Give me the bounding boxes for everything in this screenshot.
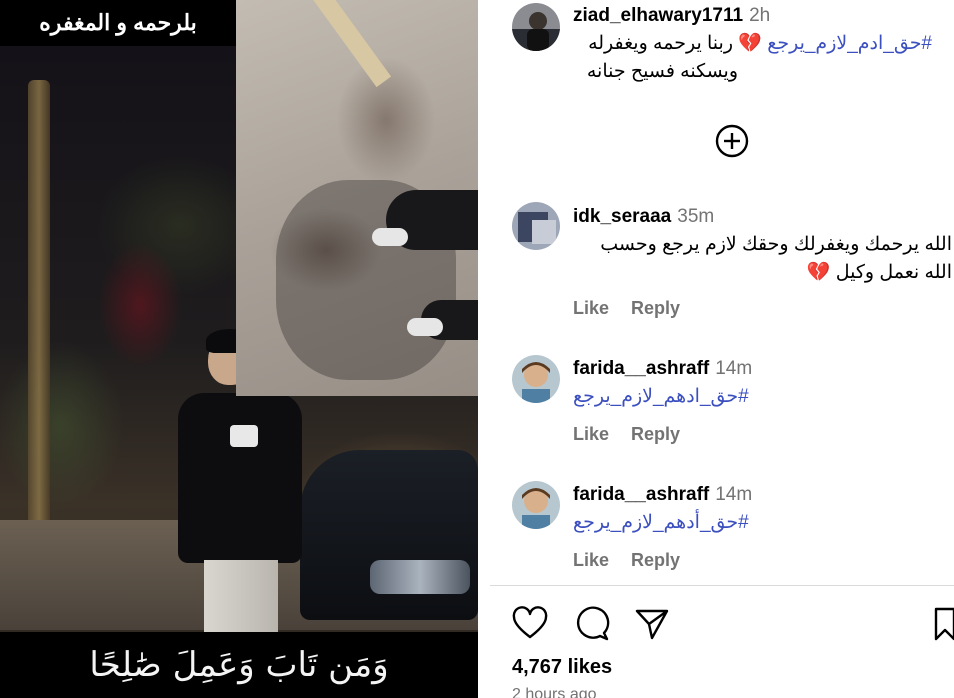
comments-panel: ziad_elhawary1711 2h #حق_ادم_لازم_يرجع 💔 … — [490, 0, 954, 698]
caption-line-2: ويسكنه فسيح جنانه — [586, 61, 738, 82]
add-circle-icon[interactable] — [715, 124, 749, 158]
likes-count[interactable]: 4,767 likes — [512, 656, 612, 679]
commenter-avatar[interactable] — [512, 202, 560, 250]
comment-icon[interactable] — [574, 606, 610, 642]
comment-hashtag[interactable]: #حق_ادهم_لازم_يرجع — [573, 383, 749, 411]
heart-icon[interactable] — [512, 606, 548, 642]
caption-line-1: #حق_ادم_لازم_يرجع 💔 ربنا يرحمه ويغفرله — [588, 33, 932, 54]
car-image — [300, 450, 478, 620]
reply-button[interactable]: Reply — [631, 424, 680, 444]
tree-trunk — [28, 80, 50, 550]
post-media[interactable]: بلرحمه و المغفره وَمَن تَابَ وَعَمِلَ صَ… — [0, 0, 478, 698]
broken-heart-emoji: 💔 — [806, 262, 831, 283]
comment-timestamp: 14m — [715, 358, 753, 379]
comment-actions: Like Reply — [573, 550, 702, 571]
commenter-avatar[interactable] — [512, 481, 560, 529]
comment-actions: Like Reply — [573, 424, 702, 445]
post-timestamp: 2h — [749, 5, 771, 26]
commenter-avatar[interactable] — [512, 355, 560, 403]
commenter-username[interactable]: idk_seraaa 35m — [573, 206, 714, 228]
comment-timestamp: 35m — [677, 206, 715, 227]
section-separator — [490, 585, 954, 586]
like-comment-button[interactable]: Like — [573, 298, 609, 318]
caption-hashtag[interactable]: #حق_ادم_لازم_يرجع — [767, 33, 932, 54]
reply-button[interactable]: Reply — [631, 298, 680, 318]
commenter-username[interactable]: farida__ashraff 14m — [573, 358, 752, 380]
media-top-caption: بلرحمه و المغفره — [0, 0, 236, 46]
comment-timestamp: 14m — [715, 484, 753, 505]
broken-heart-emoji: 💔 — [738, 33, 762, 54]
inset-photo — [236, 0, 478, 396]
media-bottom-caption: وَمَن تَابَ وَعَمِلَ صَٰلِحًا — [0, 632, 478, 698]
post-time-ago: 2 hours ago — [512, 686, 597, 698]
like-comment-button[interactable]: Like — [573, 550, 609, 570]
reply-button[interactable]: Reply — [631, 550, 680, 570]
bookmark-icon[interactable] — [934, 606, 954, 642]
comment-text-line-2: الله نعمل وكيل 💔 — [806, 262, 952, 283]
author-username[interactable]: ziad_elhawary1711 2h — [573, 5, 770, 27]
send-icon[interactable] — [634, 606, 670, 642]
comment-actions: Like Reply — [573, 298, 702, 319]
panel-divider — [478, 0, 490, 698]
comment-hashtag[interactable]: #حق_أدهم_لازم_يرجع — [573, 509, 749, 537]
like-comment-button[interactable]: Like — [573, 424, 609, 444]
comment-text-line-1: الله يرحمك ويغفرلك وحقك لازم يرجع وحسب — [600, 234, 952, 255]
commenter-username[interactable]: farida__ashraff 14m — [573, 484, 752, 506]
